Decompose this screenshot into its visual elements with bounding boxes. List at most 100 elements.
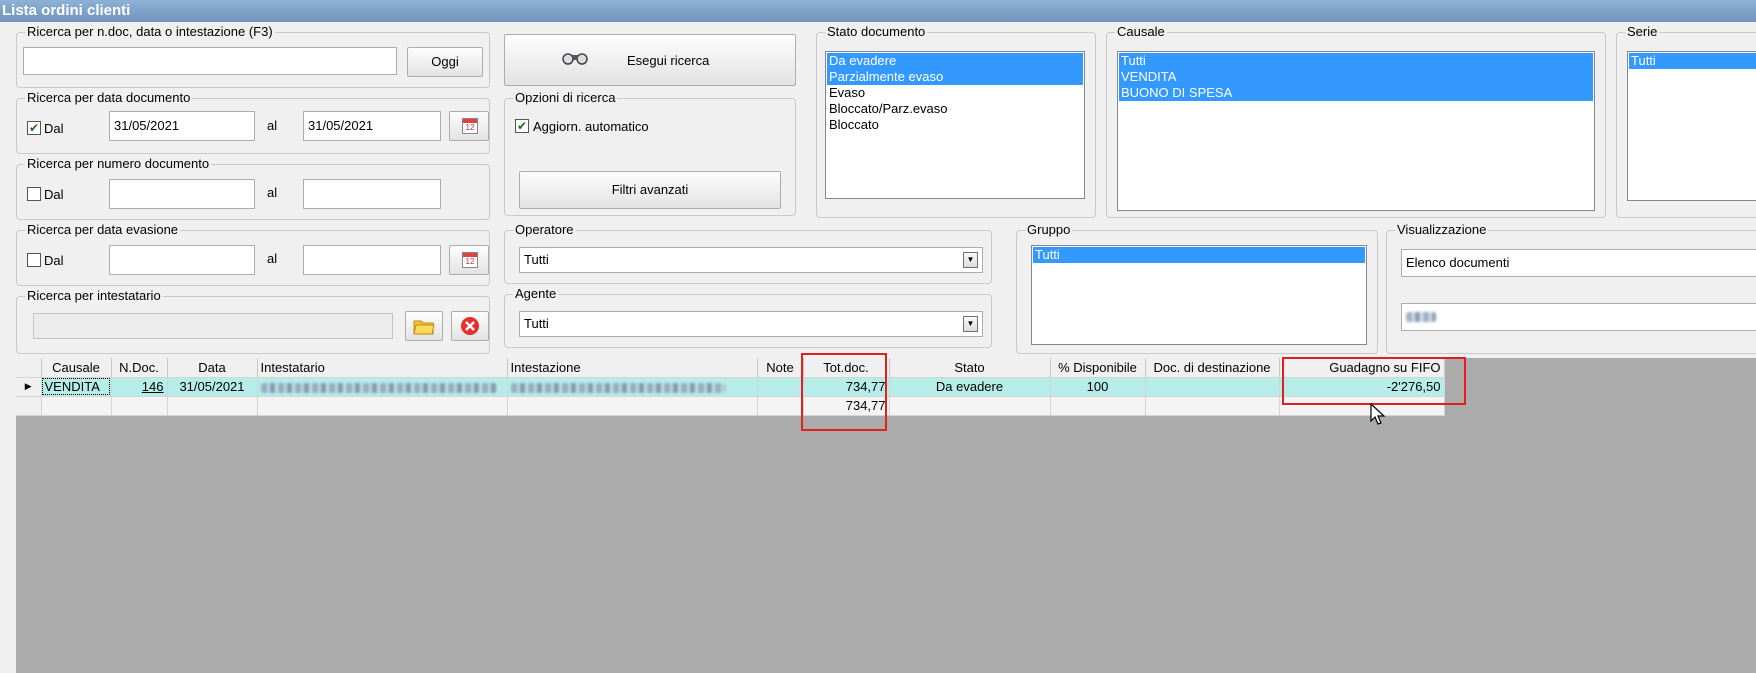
number-from-checkbox[interactable] (27, 187, 41, 201)
redacted-value (510, 382, 725, 393)
cell-intestatario (257, 377, 508, 397)
view-label: Visualizzazione (1395, 222, 1489, 238)
date-search-group: Ricerca per data documento ✔ Dal 31/05/2… (16, 90, 490, 154)
evasion-calendar-button[interactable]: 12 (449, 245, 489, 275)
gruppo-label: Gruppo (1025, 222, 1073, 238)
view-select[interactable]: Elenco documenti (1401, 249, 1756, 277)
cell-destinazione (1145, 377, 1280, 397)
agent-select[interactable]: Tutti ▼ (519, 311, 983, 337)
advanced-filters-button[interactable]: Filtri avanzati (519, 171, 781, 209)
view-group: Visualizzazione Elenco documenti (1386, 222, 1756, 354)
doc-status-item[interactable]: Parzialmente evaso (827, 69, 1083, 85)
dropdown-arrow-icon[interactable]: ▼ (963, 252, 978, 268)
auto-update-checkbox[interactable]: ✔ (515, 119, 529, 133)
number-to-label: al (267, 185, 278, 200)
cell-ndoc[interactable]: 146 (111, 377, 168, 397)
doc-status-group: Stato documento Da evadere Parzialmente e… (816, 24, 1096, 218)
totals-cell-empty (111, 396, 168, 416)
serie-item[interactable]: Tutti (1629, 53, 1756, 69)
quick-search-input[interactable] (23, 47, 397, 75)
number-from-label: Dal (44, 187, 64, 202)
cell-disponibile: 100 (1050, 377, 1146, 397)
row-indicator-header (16, 358, 42, 378)
search-button[interactable]: Esegui ricerca (504, 34, 796, 86)
col-intestazione[interactable]: Intestazione (507, 358, 758, 378)
totals-cell-empty (257, 396, 508, 416)
gruppo-list[interactable]: Tutti (1031, 245, 1367, 345)
evasion-search-group: Ricerca per data evasione Dal al 12 (16, 222, 490, 286)
evasion-from-field[interactable] (109, 245, 255, 275)
totals-cell-empty (1145, 396, 1280, 416)
totals-indicator (16, 396, 42, 416)
agent-label: Agente (513, 286, 559, 302)
folder-icon (413, 320, 435, 335)
doc-status-item[interactable]: Bloccato (827, 117, 1083, 133)
evasion-search-label: Ricerca per data evasione (25, 222, 181, 238)
agent-value: Tutti (524, 316, 549, 331)
causale-group: Causale Tutti VENDITA BUONO DI SPESA (1106, 24, 1606, 218)
col-data[interactable]: Data (167, 358, 258, 378)
grid-header: Causale N.Doc. Data Intestatario Intesta… (16, 358, 1445, 378)
col-intestatario[interactable]: Intestatario (257, 358, 508, 378)
serie-group: Serie Tutti (1616, 24, 1756, 218)
clear-holder-button[interactable] (451, 311, 489, 341)
row-indicator-icon: ▶ (16, 377, 42, 397)
cell-intestazione (507, 377, 758, 397)
doc-status-item[interactable]: Bloccato/Parz.evaso (827, 101, 1083, 117)
cell-stato: Da evadere (889, 377, 1051, 397)
col-destinazione[interactable]: Doc. di destinazione (1145, 358, 1280, 378)
evasion-to-field[interactable] (303, 245, 441, 275)
number-from-field[interactable] (109, 179, 255, 209)
date-from-checkbox[interactable]: ✔ (27, 121, 41, 135)
doc-status-item[interactable]: Da evadere (827, 53, 1083, 69)
view-secondary-field[interactable] (1401, 303, 1756, 331)
orders-table: Causale N.Doc. Data Intestatario Intesta… (16, 358, 1445, 416)
col-disponibile[interactable]: % Disponibile (1050, 358, 1146, 378)
causale-item[interactable]: Tutti (1119, 53, 1593, 69)
dropdown-arrow-icon[interactable]: ▼ (963, 316, 978, 332)
totals-cell-empty (507, 396, 758, 416)
evasion-from-checkbox[interactable] (27, 253, 41, 267)
redacted-value (1406, 311, 1436, 322)
date-search-label: Ricerca per data documento (25, 90, 193, 106)
open-holder-button[interactable] (405, 311, 443, 341)
col-ndoc[interactable]: N.Doc. (111, 358, 168, 378)
date-to-field[interactable]: 31/05/2021 (303, 111, 441, 141)
date-to-label: al (267, 118, 278, 133)
quick-search-group: Ricerca per n.doc, data o intestazione (… (16, 24, 490, 88)
holder-field[interactable] (33, 313, 393, 339)
quick-search-label: Ricerca per n.doc, data o intestazione (… (25, 24, 275, 40)
number-search-label: Ricerca per numero documento (25, 156, 212, 172)
col-causale[interactable]: Causale (41, 358, 112, 378)
number-to-field[interactable] (303, 179, 441, 209)
date-calendar-button[interactable]: 12 (449, 111, 489, 141)
col-stato[interactable]: Stato (889, 358, 1051, 378)
causale-item[interactable]: VENDITA (1119, 69, 1593, 85)
totals-cell-empty (889, 396, 1051, 416)
window-title: Lista ordini clienti (0, 0, 1756, 22)
table-row[interactable]: ▶ VENDITA 146 31/05/2021 734,77 Da evade… (16, 377, 1445, 397)
agent-group: Agente Tutti ▼ (504, 286, 992, 348)
clear-icon (461, 317, 479, 335)
serie-list[interactable]: Tutti (1627, 51, 1756, 201)
totals-cell-empty (41, 396, 112, 416)
operator-group: Operatore Tutti ▼ (504, 222, 992, 284)
causale-list[interactable]: Tutti VENDITA BUONO DI SPESA (1117, 51, 1595, 211)
date-from-label: Dal (44, 121, 64, 136)
cell-data: 31/05/2021 (167, 377, 258, 397)
calendar-icon: 12 (462, 252, 478, 268)
operator-value: Tutti (524, 252, 549, 267)
cell-causale: VENDITA (41, 377, 112, 397)
totals-cell-empty (757, 396, 804, 416)
causale-item[interactable]: BUONO DI SPESA (1119, 85, 1593, 101)
guadagno-highlight-box (1282, 357, 1466, 405)
doc-status-item[interactable]: Evaso (827, 85, 1083, 101)
view-value: Elenco documenti (1406, 255, 1510, 270)
doc-status-list[interactable]: Da evadere Parzialmente evaso Evaso Bloccat… (825, 51, 1085, 199)
calendar-icon: 12 (462, 118, 478, 134)
date-from-field[interactable]: 31/05/2021 (109, 111, 255, 141)
gruppo-item[interactable]: Tutti (1033, 247, 1365, 263)
operator-select[interactable]: Tutti ▼ (519, 247, 983, 273)
col-note[interactable]: Note (757, 358, 804, 378)
today-button[interactable]: Oggi (407, 47, 483, 77)
